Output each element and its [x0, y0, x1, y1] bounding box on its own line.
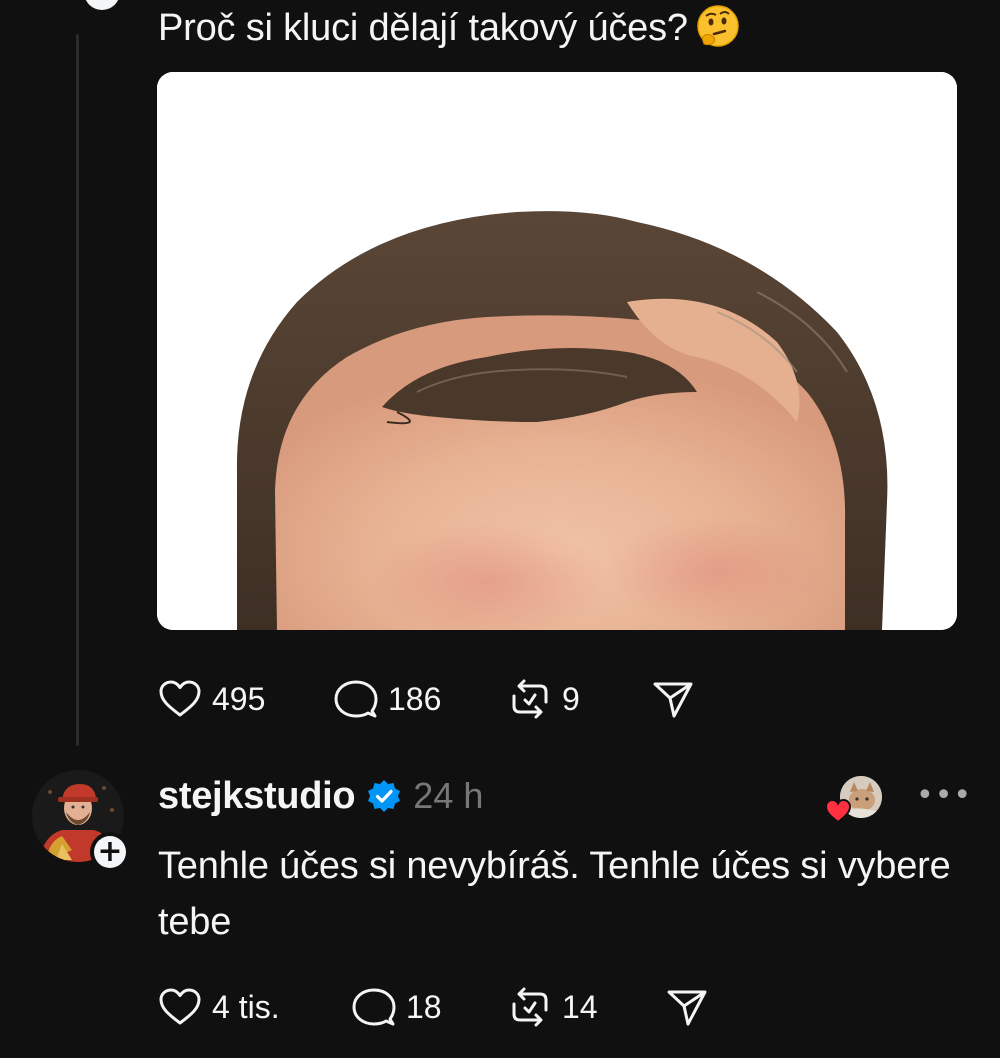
heart-icon — [159, 680, 201, 717]
heart-icon — [159, 988, 201, 1025]
send-icon — [667, 990, 707, 1026]
comment-button[interactable]: 18 — [352, 984, 442, 1030]
post-actions: 495 186 9 — [158, 676, 718, 722]
post-text-content: Proč si kluci dělají takový účes? — [158, 7, 688, 49]
send-icon — [653, 682, 693, 718]
comment-count: 18 — [406, 988, 442, 1025]
repost-count: 14 — [562, 988, 598, 1025]
verified-badge-icon — [368, 780, 401, 812]
reply-text: Tenhle účes si nevybíráš. Tenhle účes si… — [158, 845, 951, 943]
post-text: Proč si kluci dělají takový účes? — [158, 4, 740, 50]
username[interactable]: stejkstudio — [158, 775, 356, 818]
like-count: 495 — [212, 680, 266, 717]
comment-icon — [334, 680, 378, 718]
post-image[interactable] — [157, 72, 957, 630]
follow-plus-partial[interactable] — [84, 0, 120, 10]
thinking-face-emoji — [697, 5, 739, 47]
repost-icon — [512, 987, 548, 1027]
like-count: 4 tis. — [212, 988, 280, 1025]
repost-button[interactable]: 14 — [508, 984, 598, 1030]
repost-count: 9 — [562, 680, 580, 717]
share-button[interactable] — [666, 984, 708, 1030]
comment-icon — [352, 988, 396, 1026]
comment-button[interactable]: 186 — [334, 676, 441, 722]
more-options-icon[interactable]: ••• — [916, 781, 972, 811]
follow-button[interactable]: + — [90, 832, 130, 872]
heart-icon — [824, 798, 852, 824]
share-button[interactable] — [652, 676, 694, 722]
plus-icon: + — [94, 836, 126, 868]
repost-button[interactable]: 9 — [508, 676, 580, 722]
like-button[interactable]: 495 — [158, 676, 265, 722]
threads-feed: Proč si kluci dělají takový účes? 495 18… — [0, 0, 1000, 1058]
reply-actions: 4 tis. 18 14 — [158, 984, 718, 1030]
reply-header: stejkstudio 24 h — [158, 772, 483, 820]
like-button[interactable]: 4 tis. — [158, 984, 280, 1030]
timestamp: 24 h — [413, 775, 484, 816]
thread-connector-line — [76, 34, 79, 746]
comment-count: 186 — [388, 680, 442, 717]
repost-icon — [512, 679, 548, 719]
